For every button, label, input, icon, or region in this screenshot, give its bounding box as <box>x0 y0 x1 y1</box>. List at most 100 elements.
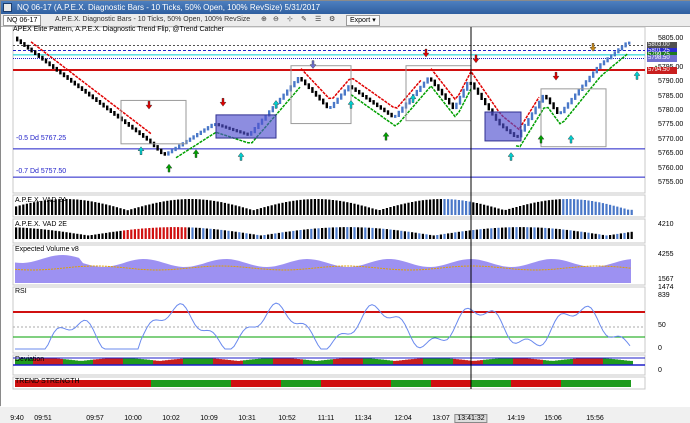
vad2e-bar <box>519 227 522 239</box>
deviation-bar <box>606 358 609 365</box>
vad2e-bar <box>432 235 435 239</box>
vad2a-bar <box>223 202 226 215</box>
deviation-bar <box>582 358 585 365</box>
price-bar <box>138 130 141 136</box>
vad2a-bar <box>227 203 230 215</box>
price-bar <box>95 97 98 102</box>
price-bar <box>570 97 573 105</box>
properties-icon[interactable]: ☰ <box>313 15 323 26</box>
rsi-axis-0: 0 <box>658 345 662 352</box>
vad2e-bar <box>367 227 370 239</box>
instrument-selector[interactable]: NQ 06-17 <box>3 15 42 26</box>
chart-type-selector[interactable]: A.P.E.X. Diagnostic Bars - 10 Ticks, 50%… <box>53 15 252 26</box>
deviation-bar <box>300 359 303 365</box>
vad2a-bar <box>403 203 406 215</box>
vad2e-bar <box>162 227 165 239</box>
price-bar <box>16 36 19 42</box>
vad2e-bar <box>108 232 111 239</box>
deviation-bar <box>531 358 534 365</box>
vad2a-bar <box>33 202 36 215</box>
strategy-icon[interactable]: ⚙ <box>327 15 337 26</box>
deviation-bar <box>447 358 450 365</box>
deviation-bar <box>291 358 294 365</box>
vad2e-bar <box>205 228 208 239</box>
vad2e-bar <box>47 229 50 239</box>
vad2e-bar <box>72 233 75 239</box>
zoom-out-icon[interactable]: ⊖ <box>271 15 281 26</box>
time-axis-label: 11:11 <box>317 415 335 422</box>
price-bar <box>199 130 202 135</box>
deviation-bar <box>498 358 501 365</box>
vad2e-bar <box>328 227 331 239</box>
deviation-bar <box>144 359 147 365</box>
vad2e-bar <box>339 227 342 239</box>
deviation-bar <box>252 359 255 365</box>
vad2e-bar <box>18 227 21 239</box>
cursor-icon[interactable]: ⊹ <box>285 15 295 26</box>
vad2e-bar <box>267 234 270 239</box>
price-bar <box>102 102 105 108</box>
deviation-bar <box>594 358 597 365</box>
vad2a-bar <box>486 205 489 215</box>
vad2e-bar <box>439 234 442 239</box>
vad2e-bar <box>522 227 525 239</box>
vad2e-bar <box>454 232 457 239</box>
vad2a-bar <box>303 199 306 215</box>
deviation-bar <box>195 358 198 365</box>
vad2e-bar <box>191 227 194 239</box>
deviation-bar <box>615 359 618 365</box>
deviation-bar <box>516 358 519 365</box>
vad2a-bar <box>562 199 565 215</box>
price-bar <box>37 53 40 58</box>
zoom-in-icon[interactable]: ⊕ <box>259 15 269 26</box>
vad2a-bar <box>425 199 428 215</box>
deviation-bar <box>168 359 171 365</box>
deviation-bar <box>249 359 252 365</box>
vad2e-bar <box>411 232 414 239</box>
vad2a-bar <box>195 199 198 215</box>
price-bar <box>628 41 631 45</box>
vad2a-bar <box>216 201 219 215</box>
price-bar <box>55 66 58 72</box>
price-bar <box>73 80 76 86</box>
price-bar <box>545 94 548 100</box>
deviation-bar <box>285 358 288 365</box>
vad2a-bar <box>69 199 72 215</box>
deviation-bar <box>99 358 102 365</box>
vad2a-bar <box>612 205 615 215</box>
chart-canvas[interactable] <box>1 27 690 407</box>
vad2e-bar <box>295 230 298 239</box>
vad2e-bar <box>630 231 633 239</box>
vad2a-bar <box>630 209 633 215</box>
price-bar <box>588 75 591 83</box>
vad2e-bar <box>594 233 597 239</box>
vad2a-bar <box>18 205 21 215</box>
price-bar <box>131 124 134 130</box>
vad2e-bar <box>159 227 162 239</box>
price-bar <box>98 100 102 105</box>
drawing-tools-icon[interactable]: ✎ <box>299 15 309 26</box>
trend-strength-segment <box>511 380 561 387</box>
chart-area[interactable]: APEX Elite Pattern, A.P.E.X. Diagnostic … <box>1 26 690 423</box>
price-bar <box>278 97 282 104</box>
price-bar <box>336 97 339 104</box>
trend-strength-segment <box>391 380 431 387</box>
vad2e-bar <box>385 229 388 239</box>
deviation-bar <box>378 359 381 365</box>
price-bar <box>430 77 433 82</box>
export-button[interactable]: Export ▾ <box>346 15 380 26</box>
deviation-bar <box>354 358 357 365</box>
vad2a-bar <box>205 199 208 215</box>
deviation-bar <box>567 359 570 365</box>
price-axis-label: 5755.00 <box>658 179 684 187</box>
vad2e-bar <box>540 227 543 239</box>
price-bar <box>401 106 404 113</box>
vad2a-bar <box>267 206 270 215</box>
vad2a-bar <box>389 207 392 215</box>
price-bar <box>419 85 422 92</box>
title-bar[interactable]: NQ 06-17 (A.P.E.X. Diagnostic Bars - 10 … <box>1 1 690 14</box>
vad2e-bar <box>216 229 219 239</box>
price-bar <box>163 152 166 156</box>
vad2e-bar <box>231 231 234 239</box>
price-bar <box>480 92 483 100</box>
